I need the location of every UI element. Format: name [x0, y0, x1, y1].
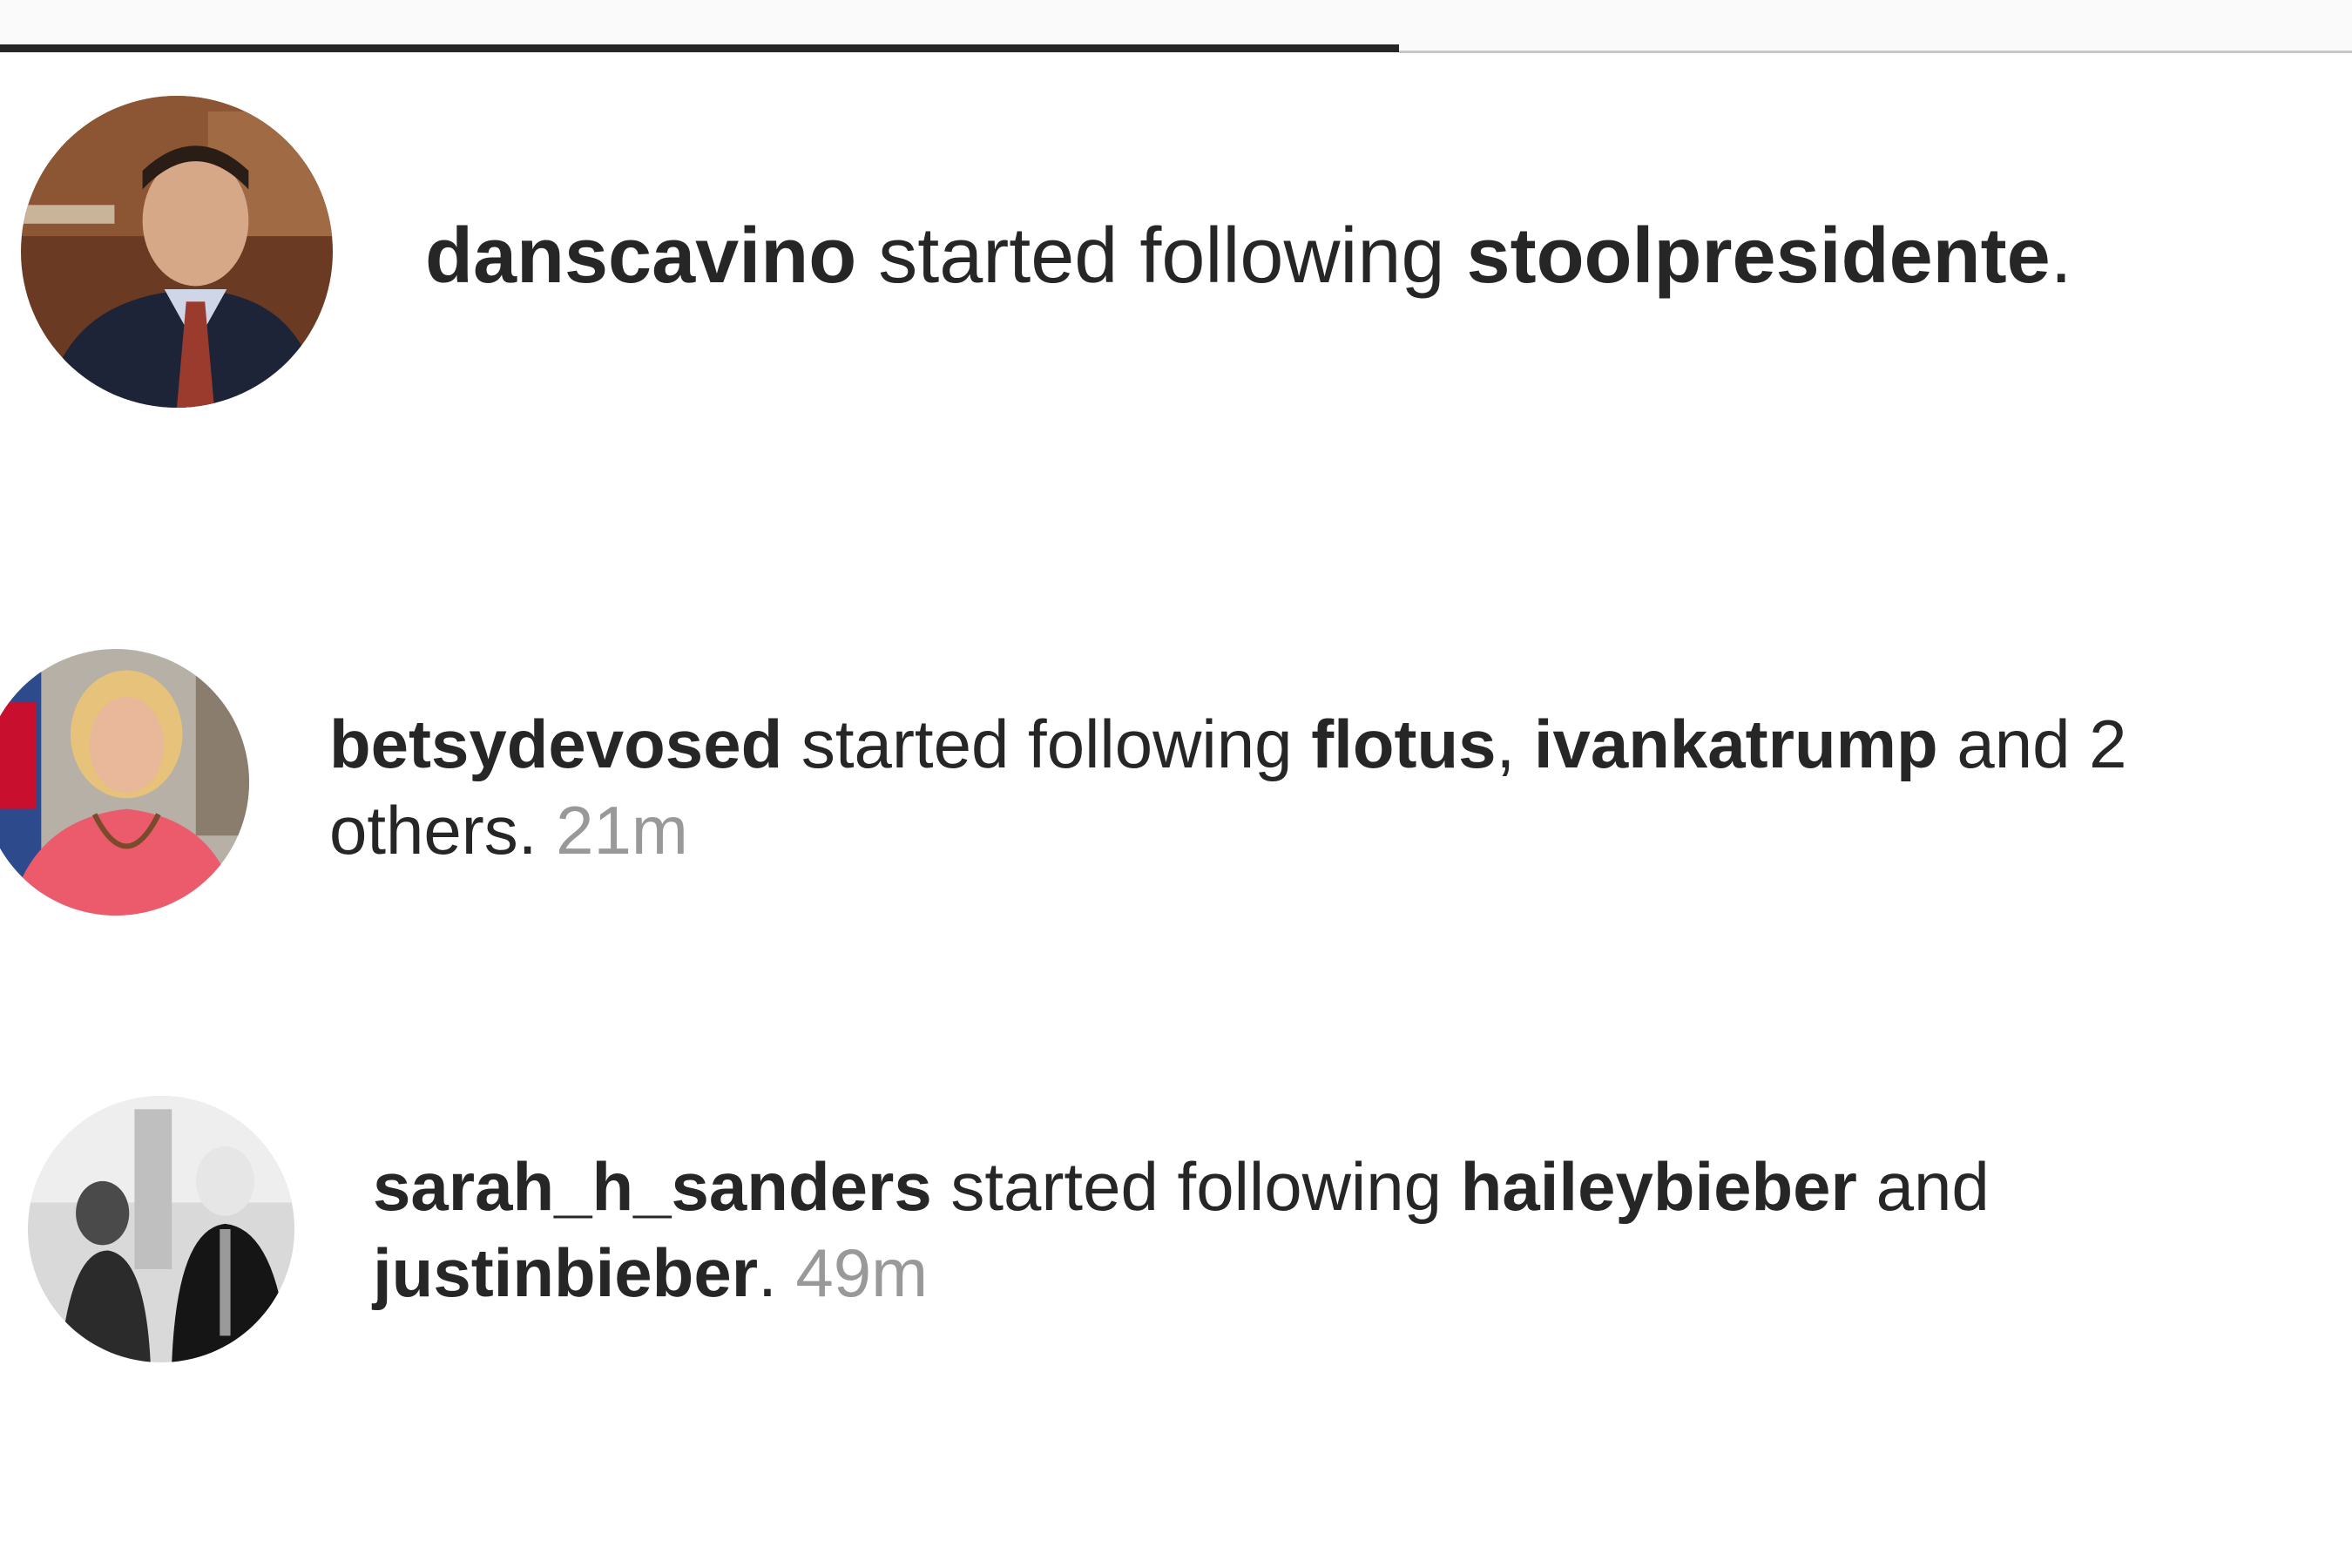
notification-text: danscavino started following stoolpresid…: [425, 209, 2342, 303]
avatar-photo-betsydevosed-icon[interactable]: [0, 649, 249, 916]
target-username-link[interactable]: justinbieber: [373, 1234, 758, 1311]
avatar-photo-danscavino-icon[interactable]: [21, 96, 333, 408]
action-text: started following: [931, 1148, 1461, 1225]
timestamp: 49m: [795, 1234, 929, 1312]
timestamp: 21m: [556, 792, 688, 869]
target-username-link[interactable]: ivankatrump: [1534, 706, 1938, 782]
active-tab-indicator: [0, 44, 1399, 52]
action-text: started following: [856, 213, 1467, 300]
notification-text: betsydevosed started following flotus, i…: [329, 701, 2298, 874]
notification-row[interactable]: danscavino started following stoolpresid…: [0, 96, 2352, 409]
notification-text: sarah_h_sanders started following hailey…: [373, 1144, 2298, 1316]
separator-text: and: [1856, 1148, 1990, 1225]
action-text: started following: [782, 706, 1312, 782]
username-link[interactable]: danscavino: [425, 213, 856, 300]
avatar-photo-sarah-h-sanders-icon[interactable]: [28, 1096, 294, 1362]
sentence-end: .: [758, 1234, 796, 1312]
username-link[interactable]: betsydevosed: [329, 706, 782, 782]
sentence-end: .: [2050, 213, 2072, 300]
target-username-link[interactable]: stoolpresidente: [1467, 213, 2051, 300]
separator-text: ,: [1496, 706, 1534, 782]
target-username-link[interactable]: flotus: [1311, 706, 1496, 782]
inactive-tab-divider: [1399, 51, 2352, 53]
notification-row[interactable]: betsydevosed started following flotus, i…: [0, 649, 2352, 919]
target-username-link[interactable]: haileybieber: [1461, 1148, 1857, 1225]
username-link[interactable]: sarah_h_sanders: [373, 1148, 932, 1225]
notification-row[interactable]: sarah_h_sanders started following hailey…: [0, 1096, 2352, 1366]
